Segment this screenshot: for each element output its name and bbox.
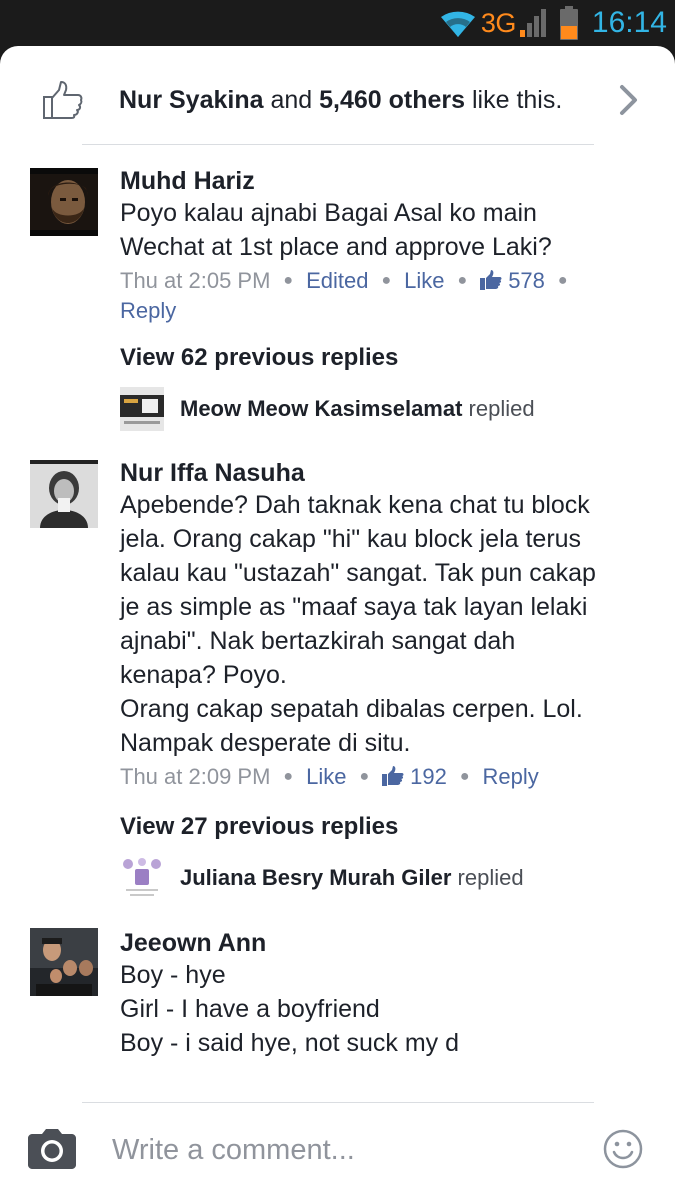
separator-dot: ●: [457, 272, 468, 289]
likes-suffix: like this.: [465, 86, 563, 114]
comment-meta: Thu at 2:09 PM ● Like ● 192 ● Reply: [120, 763, 640, 793]
reply-link[interactable]: Reply: [120, 298, 176, 323]
comment-author[interactable]: Muhd Hariz: [120, 166, 640, 196]
reply-author: Meow Meow Kasimselamat: [180, 396, 463, 421]
reply-link[interactable]: Reply: [483, 764, 539, 789]
avatar[interactable]: [30, 928, 98, 996]
comment-author[interactable]: Nur Iffa Nasuha: [120, 458, 640, 488]
comment-text-line: Apebende? Dah taknak kena chat tu block: [120, 491, 590, 519]
like-count[interactable]: 192: [382, 764, 447, 789]
latest-reply-text: Meow Meow Kasimselamat replied: [180, 396, 535, 422]
comment-text-line: Poyo kalau ajnabi Bagai Asal ko main: [120, 199, 537, 227]
battery-icon: [559, 6, 578, 40]
separator-dot: ●: [557, 272, 568, 289]
wifi-icon: [440, 11, 475, 38]
comment-text: Boy - hye Girl - I have a boyfriend Boy …: [120, 958, 640, 1060]
divider: [82, 1102, 594, 1103]
latest-reply-text: Juliana Besry Murah Giler replied: [180, 865, 524, 891]
likes-summary-text: Nur Syakina and 5,460 others like this.: [119, 86, 562, 115]
comment-text-line: Girl - I have a boyfriend: [120, 995, 380, 1023]
chevron-right-icon: [620, 85, 637, 115]
separator-dot: ●: [459, 768, 470, 785]
reply-avatar: [120, 387, 164, 431]
comment-text-line: Nampak desperate di situ.: [120, 729, 411, 757]
like-link[interactable]: Like: [306, 764, 346, 789]
smiley-icon[interactable]: [603, 1129, 643, 1169]
likes-summary-row[interactable]: Nur Syakina and 5,460 others like this.: [0, 46, 675, 146]
comment-text-line: Boy - hye: [120, 961, 226, 989]
like-thumb-icon: [43, 81, 83, 119]
view-previous-replies[interactable]: View 27 previous replies: [120, 813, 398, 841]
comment-text-line: ajnabi". Nak bertazkirah sangat dah: [120, 627, 516, 655]
edited-link[interactable]: Edited: [306, 268, 368, 293]
avatar[interactable]: [30, 460, 98, 528]
divider: [82, 144, 594, 145]
comment-time: Thu at 2:09 PM: [120, 764, 271, 789]
latest-reply-row[interactable]: Juliana Besry Murah Giler replied: [120, 855, 524, 901]
comment-text-line: Boy - i said hye, not suck my d: [120, 1029, 460, 1057]
reply-verb: replied: [451, 865, 524, 890]
latest-reply-row[interactable]: Meow Meow Kasimselamat replied: [120, 386, 535, 432]
separator-dot: ●: [359, 768, 370, 785]
like-link[interactable]: Like: [404, 268, 444, 293]
comment-text: Poyo kalau ajnabi Bagai Asal ko main Wec…: [120, 196, 640, 264]
liker-name: Nur Syakina: [119, 86, 264, 114]
comment-text-line: Wechat at 1st place and approve Laki?: [120, 233, 552, 261]
status-bar: 3G 16:14: [0, 0, 675, 46]
like-count[interactable]: 578: [480, 268, 545, 293]
like-count-value: 192: [410, 764, 447, 789]
comment-meta: Thu at 2:05 PM ● Edited ● Like ● 578 ● Reply: [120, 267, 640, 324]
likes-connector: and: [263, 86, 320, 114]
comment-text-line: je as simple as "maaf saya tak layan lel…: [120, 593, 588, 621]
reply-avatar: [120, 856, 164, 900]
view-previous-replies[interactable]: View 62 previous replies: [120, 344, 398, 372]
like-count-thumb-icon: [480, 270, 502, 290]
comment-text: Apebende? Dah taknak kena chat tu block …: [120, 488, 640, 760]
comment-author[interactable]: Jeeown Ann: [120, 928, 640, 958]
clock: 16:14: [591, 6, 667, 39]
like-count-thumb-icon: [382, 766, 404, 786]
comment-text-line: jela. Orang cakap "hi" kau block jela te…: [120, 525, 582, 553]
comment-text-line: kalau kau "ustazah" sangat. Tak pun caka…: [120, 559, 596, 587]
avatar[interactable]: [30, 168, 98, 236]
reply-verb: replied: [462, 396, 535, 421]
comment-text-line: kenapa? Poyo.: [120, 661, 287, 689]
comment-input[interactable]: [112, 1128, 582, 1172]
like-count-value: 578: [508, 268, 545, 293]
comment-text-line: Orang cakap sepatah dibalas cerpen. Lol.: [120, 695, 583, 723]
comment-time: Thu at 2:05 PM: [120, 268, 271, 293]
separator-dot: ●: [283, 272, 294, 289]
separator-dot: ●: [283, 768, 294, 785]
likers-others: 5,460 others: [319, 86, 466, 114]
comments-sheet: Nur Syakina and 5,460 others like this. …: [0, 46, 675, 1200]
signal-icon: [519, 9, 546, 37]
network-type: 3G: [480, 7, 517, 38]
camera-icon[interactable]: [28, 1129, 76, 1169]
reply-author: Juliana Besry Murah Giler: [180, 865, 452, 890]
separator-dot: ●: [381, 272, 392, 289]
